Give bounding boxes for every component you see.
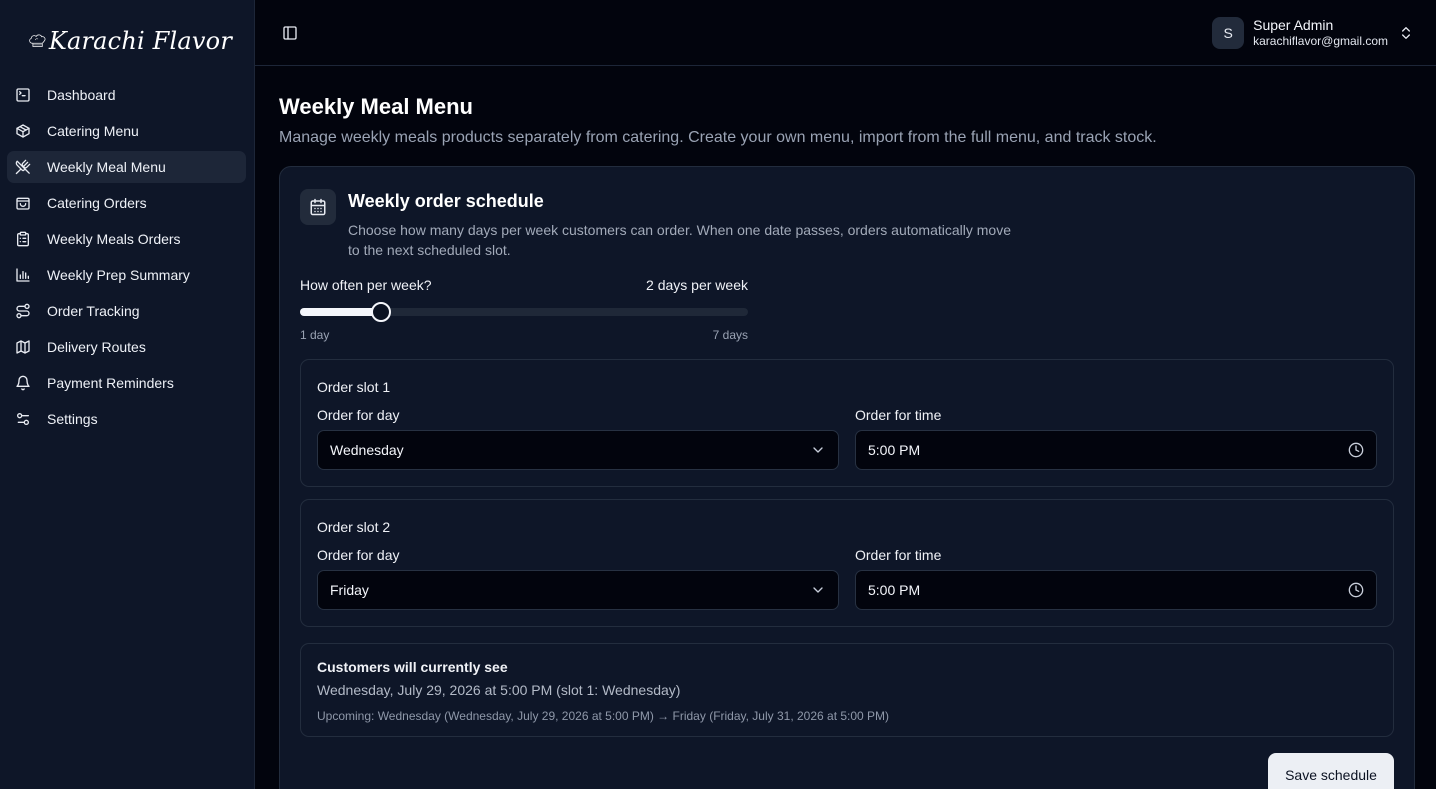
preview-title: Customers will currently see — [317, 659, 508, 675]
order-slot-1: Order slot 1 Order for day Wednesday Ord… — [300, 359, 1394, 487]
day-select[interactable]: Wednesday — [317, 430, 839, 470]
user-email: karachiflavor@gmail.com — [1253, 34, 1388, 48]
slider-max-label: 7 days — [712, 328, 748, 342]
frequency-label: How often per week? — [300, 277, 432, 293]
clipboard-list-icon — [17, 231, 29, 247]
brand-name: Karachi Flavor — [48, 27, 232, 55]
sidebar-item-label: Catering Orders — [47, 195, 147, 211]
time-input[interactable]: 5:00 PM — [855, 430, 1377, 470]
sidebar-item-catering-menu[interactable]: Catering Menu — [7, 115, 246, 147]
bell-icon — [16, 375, 30, 391]
sidebar-nav: Dashboard Catering Menu Weekly Meal Menu… — [7, 79, 246, 439]
sidebar-item-weekly-prep-summary[interactable]: Weekly Prep Summary — [7, 259, 246, 291]
sidebar-item-order-tracking[interactable]: Order Tracking — [7, 295, 246, 327]
sidebar-item-label: Weekly Prep Summary — [47, 267, 190, 283]
sidebar-item-dashboard[interactable]: Dashboard — [7, 79, 246, 111]
sidebar-item-delivery-routes[interactable]: Delivery Routes — [7, 331, 246, 363]
sidebar-item-label: Weekly Meal Menu — [47, 159, 166, 175]
sidebar: Karachi Flavor Dashboard Catering Menu W… — [0, 0, 255, 789]
page-subtitle: Manage weekly meals products separately … — [279, 129, 1157, 146]
sidebar-item-label: Payment Reminders — [47, 375, 174, 391]
sidebar-item-label: Weekly Meals Orders — [47, 231, 181, 247]
save-schedule-button[interactable]: Save schedule — [1268, 753, 1394, 789]
slider-thumb[interactable] — [371, 302, 391, 322]
frequency-slider[interactable] — [300, 302, 748, 322]
clock-icon[interactable] — [1348, 442, 1364, 458]
sliders-icon — [16, 413, 29, 425]
preview-main-text: Wednesday, July 29, 2026 at 5:00 PM (slo… — [317, 682, 681, 698]
terminal-square-icon — [16, 88, 30, 102]
time-label: Order for time — [855, 407, 942, 423]
customer-preview-box: Customers will currently see Wednesday, … — [300, 643, 1394, 737]
sidebar-item-settings[interactable]: Settings — [7, 403, 246, 435]
day-select[interactable]: Friday — [317, 570, 839, 610]
avatar: S — [1212, 17, 1245, 49]
preview-upcoming-text: Upcoming: Wednesday (Wednesday, July 29,… — [317, 709, 890, 723]
sidebar-item-label: Order Tracking — [47, 303, 140, 319]
time-label: Order for time — [855, 547, 942, 563]
day-label: Order for day — [317, 547, 400, 563]
utensils-crossed-icon — [15, 159, 31, 175]
frequency-value: 2 days per week — [646, 277, 748, 293]
sidebar-item-weekly-meal-menu[interactable]: Weekly Meal Menu — [7, 151, 246, 183]
sidebar-item-payment-reminders[interactable]: Payment Reminders — [7, 367, 246, 399]
time-input-value: 5:00 PM — [868, 582, 921, 598]
sidebar-item-label: Dashboard — [47, 87, 116, 103]
clock-icon[interactable] — [1348, 582, 1364, 598]
route-icon — [16, 303, 30, 319]
day-select-value: Wednesday — [330, 442, 404, 458]
page-title: Weekly Meal Menu — [279, 94, 473, 119]
slot-title: Order slot 1 — [317, 379, 391, 395]
panel-left-icon — [283, 26, 297, 40]
sidebar-item-label: Catering Menu — [47, 123, 139, 139]
chevron-down-icon — [813, 447, 823, 453]
weekly-schedule-card: Weekly order schedule Choose how many da… — [279, 166, 1415, 789]
day-select-value: Friday — [330, 582, 369, 598]
package-icon — [16, 124, 30, 138]
calendar-icon — [310, 198, 326, 216]
sidebar-item-weekly-meals-orders[interactable]: Weekly Meals Orders — [7, 223, 246, 255]
user-name: Super Admin — [1253, 17, 1334, 33]
schedule-description: Choose how many days per week customers … — [348, 222, 1011, 258]
chef-hat-icon — [29, 34, 46, 47]
day-label: Order for day — [317, 407, 400, 423]
time-input-value: 5:00 PM — [868, 442, 921, 458]
slider-min-label: 1 day — [300, 328, 330, 342]
top-bar: S Super Admin karachiflavor@gmail.com — [255, 0, 1436, 66]
order-slot-2: Order slot 2 Order for day Friday Order … — [300, 499, 1394, 627]
brand-logo[interactable]: Karachi Flavor — [28, 16, 232, 66]
chevrons-up-down-icon — [1402, 27, 1410, 39]
map-icon — [16, 340, 30, 354]
sidebar-item-catering-orders[interactable]: Catering Orders — [7, 187, 246, 219]
sidebar-item-label: Settings — [47, 411, 98, 427]
user-info: Super Admin karachiflavor@gmail.com — [1253, 17, 1388, 49]
chevron-down-icon — [813, 587, 823, 593]
slider-fill — [300, 308, 381, 316]
sidebar-toggle-button[interactable] — [279, 22, 301, 44]
time-input[interactable]: 5:00 PM — [855, 570, 1377, 610]
sidebar-item-label: Delivery Routes — [47, 339, 146, 355]
slot-title: Order slot 2 — [317, 519, 391, 535]
shopping-bag-icon — [16, 197, 30, 210]
bar-chart-icon — [16, 268, 30, 282]
schedule-title: Weekly order schedule — [348, 191, 544, 211]
user-menu-button[interactable]: S Super Admin karachiflavor@gmail.com — [1212, 16, 1414, 50]
calendar-icon-box — [300, 189, 336, 225]
